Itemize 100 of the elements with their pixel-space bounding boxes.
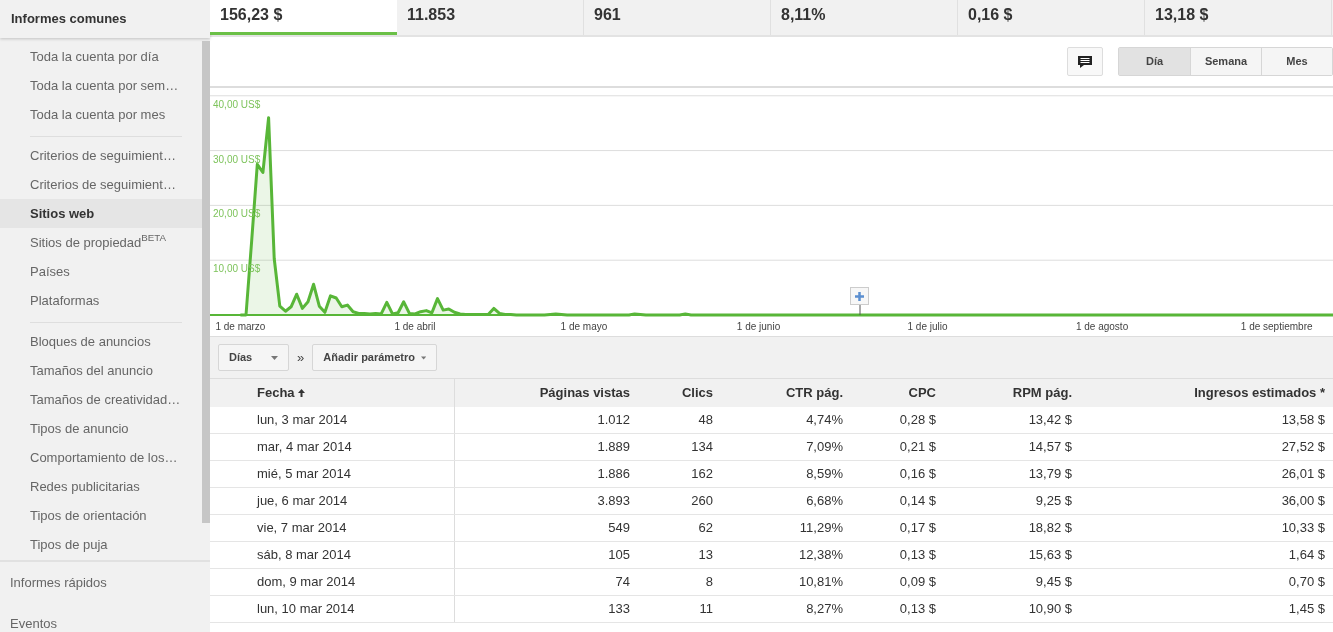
table-cell-text: 1,45 $	[1287, 600, 1326, 619]
sidebar-item[interactable]: Toda la cuenta por sem…	[0, 71, 202, 100]
sidebar-item[interactable]: Plataformas	[0, 286, 202, 315]
sidebar-item[interactable]: Sitios web	[0, 199, 202, 228]
table-cell: lun, 10 mar 2014	[210, 596, 455, 622]
table-cell-text: 0,13 $	[898, 600, 937, 619]
table-cell-text: 133	[607, 600, 631, 619]
table-cell-text: 9,45 $	[1034, 573, 1073, 592]
sidebar-section[interactable]: Informes rápidos	[0, 562, 210, 603]
column-header[interactable]: Clics	[635, 383, 718, 403]
add-annotation-button[interactable]	[850, 287, 869, 305]
table-cell-text: 13,58 $	[1280, 411, 1326, 430]
table-cell-text: 7,09%	[805, 438, 844, 457]
table-cell-text: 74	[614, 573, 631, 592]
axis-label: 1 de mayo	[560, 320, 608, 334]
metric-tab[interactable]: 11.853	[397, 0, 584, 35]
period-tab[interactable]: Mes	[1261, 48, 1332, 75]
metric-tab[interactable]: 13,18 $	[1145, 0, 1332, 35]
column-header[interactable]: Ingresos estimados *	[1077, 383, 1333, 403]
column-header[interactable]: Páginas vistas	[455, 383, 635, 403]
table-cell-text: 0,70 $	[1287, 573, 1326, 592]
table-cell-text: 0,09 $	[898, 573, 937, 592]
table-cell-text: 4,74%	[805, 411, 844, 430]
table-cell-text: 10,33 $	[1280, 519, 1326, 538]
sidebar-item[interactable]: Tamaños de creatividad…	[0, 385, 202, 414]
table-cell-text: 11	[698, 600, 714, 619]
sidebar-item[interactable]: Comportamiento de los…	[0, 443, 202, 472]
sidebar-item[interactable]: Toda la cuenta por mes	[0, 100, 202, 129]
table-cell-text: 0,16 $	[898, 465, 937, 484]
column-header[interactable]: RPM pág.	[941, 383, 1077, 403]
table-cell-text: 13,42 $	[1027, 411, 1073, 430]
axis-label: 1 de septiembre	[1240, 320, 1313, 334]
axis-label: 40,00 US$	[213, 98, 261, 110]
column-header[interactable]: CPC	[848, 383, 941, 403]
breadcrumb-separator: »	[296, 348, 306, 367]
metric-tab[interactable]: 8,11%	[771, 0, 958, 35]
table-cell-text: 260	[690, 492, 714, 511]
table-cell: dom, 9 mar 2014	[210, 569, 455, 595]
sidebar-item[interactable]: Toda la cuenta por día	[0, 42, 202, 71]
sidebar-item[interactable]: Sitios de propiedad$^{BETA}$	[0, 228, 202, 257]
period-tab[interactable]: Día	[1119, 48, 1190, 75]
table-cell-text: 10,81%	[797, 573, 844, 592]
table-cell-text: 13	[697, 546, 714, 565]
table-cell: vie, 7 mar 2014	[210, 515, 455, 541]
table-cell-text: 10,90 $	[1027, 600, 1073, 619]
column-header[interactable]: CTR pág.	[718, 383, 848, 403]
table-cell-text: 14,57 $	[1027, 438, 1073, 457]
table-cell-text: 48	[697, 411, 714, 430]
sidebar-item[interactable]: Bloques de anuncios	[0, 327, 202, 356]
table-cell-text: 26,01 $	[1280, 465, 1326, 484]
table-cell-text: 134	[690, 438, 714, 457]
axis-label: 1 de abril	[394, 320, 436, 334]
dimension-dropdown[interactable]: Días	[218, 344, 289, 371]
table-cell-text: 105	[607, 546, 631, 565]
metric-tab[interactable]: 0,16 $	[958, 0, 1145, 35]
sidebar-section[interactable]: Eventos	[0, 603, 210, 632]
table-cell-text: 3.893	[596, 492, 631, 511]
table-cell-text: 1.012	[596, 411, 631, 430]
caret-icon	[420, 355, 427, 360]
table-cell-text: 549	[607, 519, 631, 538]
sidebar-item[interactable]: Tipos de puja	[0, 530, 202, 559]
plus-icon	[855, 291, 864, 301]
axis-label: 1 de junio	[736, 320, 781, 334]
axis-label: 1 de marzo	[215, 320, 266, 334]
period-tab[interactable]: Semana	[1190, 48, 1261, 75]
axis-label: 1 de agosto	[1075, 320, 1129, 334]
table-cell-text: 27,52 $	[1280, 438, 1326, 457]
sidebar-item[interactable]: Tipos de anuncio	[0, 414, 202, 443]
caret-icon	[271, 355, 278, 360]
table-cell: sáb, 8 mar 2014	[210, 542, 455, 568]
table-cell: mié, 5 mar 2014	[210, 461, 455, 487]
table-cell: lun, 3 mar 2014	[210, 407, 455, 433]
add-dimension-dropdown[interactable]: Añadir parámetro	[312, 344, 438, 371]
table-cell-text: 1.886	[596, 465, 631, 484]
table-cell-text: 13,79 $	[1027, 465, 1073, 484]
table-cell-text: 8	[704, 573, 714, 592]
metric-tab[interactable]: 156,23 $	[210, 0, 397, 35]
table-cell-text: 12,38%	[797, 546, 844, 565]
sidebar-item[interactable]: Tamaños del anuncio	[0, 356, 202, 385]
comment-icon	[1077, 54, 1093, 69]
table-cell-text: 8,27%	[805, 600, 844, 619]
sidebar-item[interactable]: Países	[0, 257, 202, 286]
sidebar-item[interactable]: Tipos de orientación	[0, 501, 202, 530]
comment-button[interactable]	[1067, 47, 1103, 76]
table-cell-text: 18,82 $	[1027, 519, 1073, 538]
table-cell-text: 1,64 $	[1287, 546, 1326, 565]
column-header[interactable]: Fecha	[210, 379, 455, 407]
table-cell-text: 0,21 $	[898, 438, 937, 457]
sidebar-header[interactable]: Informes comunes	[0, 0, 210, 38]
scrollbar[interactable]	[202, 41, 210, 523]
sort-ascending-icon	[297, 389, 305, 397]
axis-label: 1 de julio	[907, 320, 948, 334]
sidebar-item[interactable]: Redes publicitarias	[0, 472, 202, 501]
table-cell-text: 0,13 $	[898, 546, 937, 565]
table-cell-text: 6,68%	[805, 492, 844, 511]
table-cell-text: 0,28 $	[898, 411, 937, 430]
metric-tab[interactable]: 961	[584, 0, 771, 35]
table-cell-text: 15,63 $	[1027, 546, 1073, 565]
sidebar-item[interactable]: Criterios de seguimient…	[0, 141, 202, 170]
sidebar-item[interactable]: Criterios de seguimient…	[0, 170, 202, 199]
